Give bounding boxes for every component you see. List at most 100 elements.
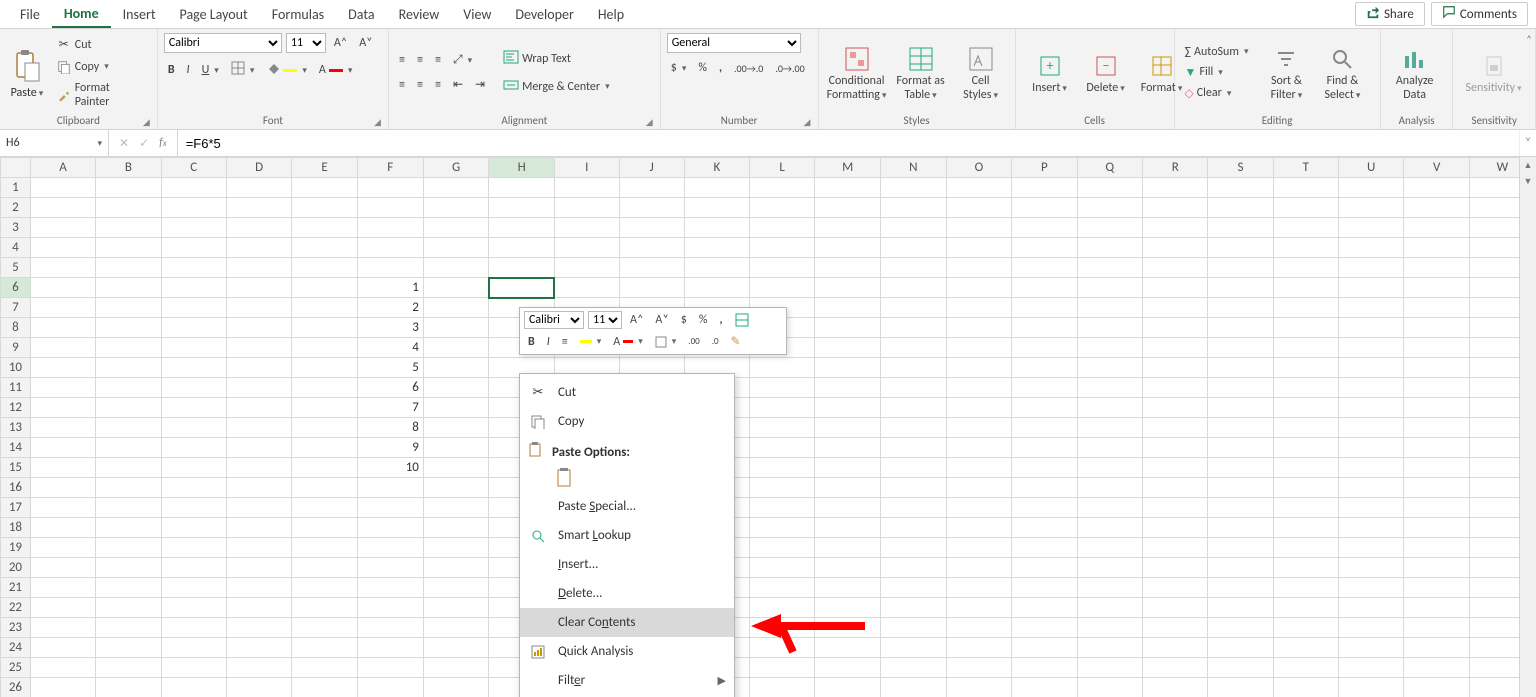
cell[interactable] xyxy=(815,478,881,498)
cell[interactable] xyxy=(554,258,619,278)
cell[interactable] xyxy=(750,378,815,398)
cell[interactable] xyxy=(357,198,423,218)
cell[interactable] xyxy=(1143,498,1208,518)
cell[interactable] xyxy=(489,178,555,198)
cell[interactable] xyxy=(1338,478,1404,498)
cell[interactable] xyxy=(554,238,619,258)
cell[interactable] xyxy=(750,498,815,518)
ctx-paste-special[interactable]: Paste Special... xyxy=(520,492,734,521)
cell[interactable] xyxy=(881,498,947,518)
cell[interactable] xyxy=(881,178,947,198)
cell[interactable] xyxy=(226,318,291,338)
cell[interactable] xyxy=(881,518,947,538)
column-header[interactable]: Q xyxy=(1077,158,1143,178)
cell[interactable] xyxy=(1273,198,1338,218)
column-header[interactable]: T xyxy=(1273,158,1338,178)
cell[interactable] xyxy=(226,478,291,498)
cell[interactable] xyxy=(750,398,815,418)
cell[interactable] xyxy=(226,238,291,258)
cell[interactable] xyxy=(1143,618,1208,638)
cell[interactable] xyxy=(815,538,881,558)
cell[interactable] xyxy=(1208,578,1273,598)
cell[interactable] xyxy=(815,178,881,198)
cell[interactable] xyxy=(1273,398,1338,418)
cell[interactable] xyxy=(423,618,489,638)
cell[interactable] xyxy=(815,598,881,618)
bold-button[interactable]: B xyxy=(164,61,179,79)
cell[interactable] xyxy=(1143,178,1208,198)
sensitivity-button[interactable]: Sensitivity xyxy=(1459,50,1527,96)
cell[interactable] xyxy=(226,438,291,458)
ctx-quick-analysis[interactable]: Quick Analysis xyxy=(520,637,734,666)
cell[interactable] xyxy=(1404,358,1469,378)
cell[interactable] xyxy=(1012,478,1077,498)
cell[interactable] xyxy=(1143,278,1208,298)
cell[interactable] xyxy=(750,558,815,578)
column-header[interactable]: B xyxy=(96,158,161,178)
cell[interactable] xyxy=(1208,338,1273,358)
align-center-icon[interactable]: ≡ xyxy=(413,76,427,94)
cell[interactable] xyxy=(881,578,947,598)
cell[interactable] xyxy=(946,178,1012,198)
cell[interactable] xyxy=(1338,618,1404,638)
cell[interactable] xyxy=(1404,178,1469,198)
cell[interactable] xyxy=(1338,398,1404,418)
cell[interactable] xyxy=(30,258,95,278)
cell[interactable] xyxy=(226,338,291,358)
cell[interactable] xyxy=(1404,338,1469,358)
cell[interactable] xyxy=(1077,638,1143,658)
cell[interactable] xyxy=(161,438,226,458)
accounting-format-icon[interactable]: $ xyxy=(667,59,691,77)
cell[interactable] xyxy=(1404,258,1469,278)
cell[interactable] xyxy=(1143,378,1208,398)
cell[interactable] xyxy=(1143,198,1208,218)
cell[interactable] xyxy=(1143,458,1208,478)
cell[interactable] xyxy=(1208,658,1273,678)
cell[interactable] xyxy=(292,638,357,658)
decrease-indent-icon[interactable]: ⇤ xyxy=(449,75,467,94)
decrease-font-icon[interactable]: A˅ xyxy=(355,34,376,52)
cell[interactable] xyxy=(1338,498,1404,518)
cell[interactable] xyxy=(881,298,947,318)
cell[interactable] xyxy=(946,318,1012,338)
cell[interactable] xyxy=(946,578,1012,598)
underline-button[interactable]: U xyxy=(198,61,223,79)
cell[interactable] xyxy=(423,578,489,598)
share-button[interactable]: Share xyxy=(1355,2,1425,26)
cell[interactable] xyxy=(226,258,291,278)
cell[interactable] xyxy=(1143,478,1208,498)
cell[interactable] xyxy=(96,418,161,438)
cell[interactable] xyxy=(30,538,95,558)
chevron-down-icon[interactable]: ▾ xyxy=(97,138,102,149)
cell[interactable] xyxy=(815,658,881,678)
cell[interactable] xyxy=(946,258,1012,278)
cell[interactable] xyxy=(1273,258,1338,278)
cell[interactable] xyxy=(423,518,489,538)
tab-review[interactable]: Review xyxy=(387,2,452,27)
cell[interactable] xyxy=(815,238,881,258)
cell[interactable] xyxy=(292,418,357,438)
cell[interactable] xyxy=(357,478,423,498)
cell[interactable] xyxy=(423,658,489,678)
select-all-corner[interactable] xyxy=(1,158,31,178)
mini-border-icon[interactable] xyxy=(651,334,681,350)
cell[interactable] xyxy=(292,438,357,458)
cell[interactable] xyxy=(96,578,161,598)
column-header[interactable]: P xyxy=(1012,158,1077,178)
cell[interactable] xyxy=(946,598,1012,618)
cell[interactable] xyxy=(357,578,423,598)
cell[interactable] xyxy=(1143,338,1208,358)
cell[interactable] xyxy=(1404,198,1469,218)
ctx-copy[interactable]: Copy xyxy=(520,407,734,436)
cell[interactable] xyxy=(226,278,291,298)
cell[interactable] xyxy=(96,318,161,338)
cell[interactable] xyxy=(1404,318,1469,338)
cell[interactable] xyxy=(357,598,423,618)
cell[interactable] xyxy=(1208,238,1273,258)
cell[interactable] xyxy=(1208,198,1273,218)
cell[interactable]: 2 xyxy=(357,298,423,318)
row-header[interactable]: 21 xyxy=(1,578,31,598)
cell[interactable] xyxy=(1012,178,1077,198)
cell[interactable] xyxy=(815,198,881,218)
row-header[interactable]: 4 xyxy=(1,238,31,258)
